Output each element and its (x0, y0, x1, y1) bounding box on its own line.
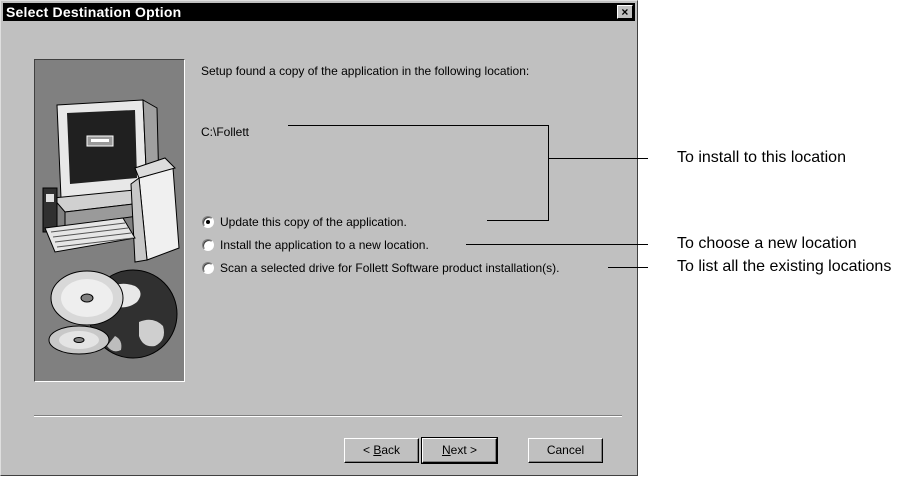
callout-line-new-location (466, 244, 648, 245)
annotation-list-locations: To list all the existing locations (677, 258, 892, 275)
setup-illustration (34, 59, 185, 382)
back-rest: ack (381, 443, 401, 457)
radio-scan-drive[interactable] (202, 262, 214, 274)
next-rest: ext > (450, 443, 478, 457)
radio-new-location[interactable] (202, 239, 214, 251)
separator (34, 415, 622, 417)
annotation-install-here: To install to this location (677, 149, 846, 166)
radio-selected-dot (206, 220, 210, 224)
select-destination-dialog: Select Destination Option × Setup found … (0, 0, 638, 476)
back-prefix: < (362, 443, 374, 457)
option-label-scan-drive: Scan a selected drive for Follett Softwa… (220, 261, 560, 275)
location-path: C:\Follett (201, 125, 250, 139)
callout-line-update (487, 220, 549, 221)
computer-illustration (42, 99, 180, 263)
callout-line-list (608, 267, 648, 268)
back-button[interactable]: < Back (344, 438, 419, 463)
next-accel: N (441, 443, 451, 457)
next-button[interactable]: Next > (421, 437, 498, 464)
close-button[interactable]: × (617, 5, 633, 19)
annotation-new-location: To choose a new location (677, 235, 857, 252)
radio-update-copy[interactable] (202, 216, 214, 228)
option-label-new-location: Install the application to a new locatio… (220, 238, 429, 252)
close-icon: × (621, 5, 629, 19)
intro-text: Setup found a copy of the application in… (201, 64, 530, 78)
callout-line-install (548, 158, 648, 159)
callout-line-vertical (548, 125, 549, 221)
title-bar[interactable]: Select Destination Option × (3, 3, 635, 21)
dialog-title: Select Destination Option (6, 4, 182, 20)
callout-line-path (288, 125, 549, 126)
option-label-update-copy: Update this copy of the application. (220, 215, 407, 229)
cancel-button[interactable]: Cancel (528, 438, 603, 463)
